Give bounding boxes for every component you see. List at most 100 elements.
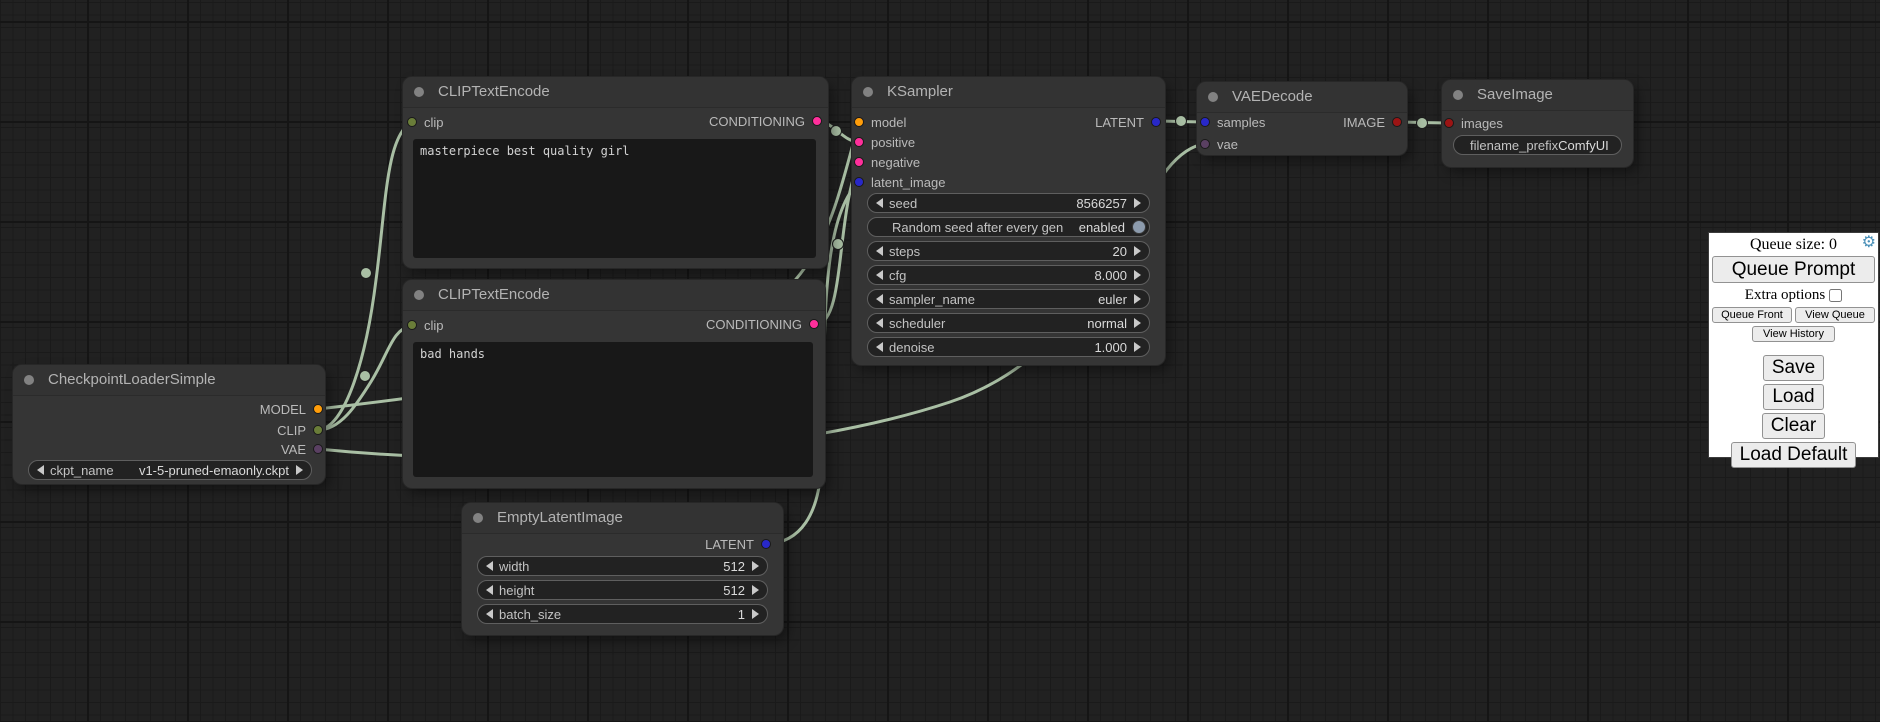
conditioning-port-dot[interactable] <box>809 319 819 329</box>
view-queue-button[interactable]: View Queue <box>1795 307 1875 323</box>
extra-options-checkbox[interactable] <box>1829 289 1842 302</box>
comfyui-canvas[interactable]: { "colors": { "link": "#A9BFA4", "toggle… <box>0 0 1880 722</box>
node-clip-text-encode-positive[interactable]: CLIPTextEncode clip CONDITIONING masterp… <box>403 77 828 268</box>
latent-port-dot[interactable] <box>1151 117 1161 127</box>
node-title-bar[interactable]: VAEDecode <box>1197 82 1407 113</box>
decrement-arrow-icon[interactable] <box>876 270 883 280</box>
image-port-dot[interactable] <box>1444 118 1454 128</box>
node-title: CLIPTextEncode <box>438 280 550 310</box>
latent-port-dot[interactable] <box>761 539 771 549</box>
collapse-dot-icon[interactable] <box>473 513 483 523</box>
next-value-arrow-icon[interactable] <box>1134 294 1141 304</box>
latent-port-dot[interactable] <box>854 177 864 187</box>
vae-port-dot[interactable] <box>1200 139 1210 149</box>
latent-port-dot[interactable] <box>1200 117 1210 127</box>
scheduler-widget[interactable]: scheduler normal <box>867 313 1150 333</box>
increment-arrow-icon[interactable] <box>1134 198 1141 208</box>
load-default-button[interactable]: Load Default <box>1731 442 1857 468</box>
comfy-menu-panel[interactable]: Queue size: 0 ⚙ Queue Prompt Extra optio… <box>1708 232 1879 458</box>
image-port-dot[interactable] <box>1392 117 1402 127</box>
view-history-button[interactable]: View History <box>1752 326 1835 342</box>
positive-port-dot[interactable] <box>854 137 864 147</box>
model-port-dot[interactable] <box>854 117 864 127</box>
denoise-widget[interactable]: denoise 1.000 <box>867 337 1150 357</box>
width-widget[interactable]: width 512 <box>477 556 768 576</box>
link-midpoint-dot <box>361 268 372 279</box>
decrement-arrow-icon[interactable] <box>486 609 493 619</box>
ckpt-name-widget[interactable]: ckpt_name v1-5-pruned-emaonly.ckpt <box>28 460 312 480</box>
seed-widget[interactable]: seed 8566257 <box>867 193 1150 213</box>
clear-button[interactable]: Clear <box>1762 413 1825 439</box>
increment-arrow-icon[interactable] <box>752 585 759 595</box>
node-clip-text-encode-negative[interactable]: CLIPTextEncode clip CONDITIONING bad han… <box>403 280 825 488</box>
output-port-conditioning: CONDITIONING <box>709 113 822 129</box>
sampler-name-widget[interactable]: sampler_name euler <box>867 289 1150 309</box>
node-title-bar[interactable]: CLIPTextEncode <box>403 77 828 108</box>
collapse-dot-icon[interactable] <box>414 87 424 97</box>
decrement-arrow-icon[interactable] <box>876 342 883 352</box>
clip-port-dot[interactable] <box>407 320 417 330</box>
node-title-bar[interactable]: KSampler <box>852 77 1165 108</box>
gear-icon[interactable]: ⚙ <box>1862 234 1876 252</box>
input-port-negative: negative <box>854 154 920 170</box>
node-vae-decode[interactable]: VAEDecode samples vae IMAGE <box>1197 82 1407 155</box>
cfg-widget[interactable]: cfg 8.000 <box>867 265 1150 285</box>
batch-size-widget[interactable]: batch_size 1 <box>477 604 768 624</box>
node-checkpoint-loader[interactable]: CheckpointLoaderSimple MODEL CLIP VAE ck… <box>13 365 325 484</box>
decrement-arrow-icon[interactable] <box>486 561 493 571</box>
prev-value-arrow-icon[interactable] <box>876 318 883 328</box>
filename-prefix-widget[interactable]: filename_prefix ComfyUI <box>1453 135 1622 155</box>
vae-port-dot[interactable] <box>313 444 323 454</box>
save-button[interactable]: Save <box>1763 355 1824 381</box>
node-save-image[interactable]: SaveImage images filename_prefix ComfyUI <box>1442 80 1633 167</box>
node-title-bar[interactable]: CLIPTextEncode <box>403 280 825 311</box>
positive-prompt-textarea[interactable]: masterpiece best quality girl <box>413 139 816 258</box>
output-port-image: IMAGE <box>1343 114 1402 130</box>
input-port-latent-image: latent_image <box>854 174 945 190</box>
node-title-bar[interactable]: EmptyLatentImage <box>462 503 783 534</box>
port-label: clip <box>424 115 444 130</box>
output-port-model: MODEL <box>260 401 323 417</box>
collapse-dot-icon[interactable] <box>863 87 873 97</box>
increment-arrow-icon[interactable] <box>752 561 759 571</box>
input-port-clip: clip <box>407 317 444 333</box>
collapse-dot-icon[interactable] <box>414 290 424 300</box>
prev-value-arrow-icon[interactable] <box>37 465 44 475</box>
clip-port-dot[interactable] <box>407 117 417 127</box>
height-widget[interactable]: height 512 <box>477 580 768 600</box>
port-label: positive <box>871 135 915 150</box>
steps-widget[interactable]: steps 20 <box>867 241 1150 261</box>
random-seed-toggle-widget[interactable]: Random seed after every gen enabled <box>867 217 1150 237</box>
increment-arrow-icon[interactable] <box>752 609 759 619</box>
conditioning-port-dot[interactable] <box>812 116 822 126</box>
model-port-dot[interactable] <box>313 404 323 414</box>
queue-prompt-button[interactable]: Queue Prompt <box>1712 256 1875 283</box>
next-value-arrow-icon[interactable] <box>296 465 303 475</box>
node-empty-latent-image[interactable]: EmptyLatentImage LATENT width 512 height… <box>462 503 783 635</box>
collapse-dot-icon[interactable] <box>24 375 34 385</box>
clip-port-dot[interactable] <box>313 425 323 435</box>
node-title-bar[interactable]: SaveImage <box>1442 80 1633 111</box>
increment-arrow-icon[interactable] <box>1134 342 1141 352</box>
collapse-dot-icon[interactable] <box>1453 90 1463 100</box>
node-title: CheckpointLoaderSimple <box>48 365 216 395</box>
decrement-arrow-icon[interactable] <box>876 246 883 256</box>
toggle-dot-icon[interactable] <box>1132 220 1146 234</box>
load-button[interactable]: Load <box>1763 384 1823 410</box>
increment-arrow-icon[interactable] <box>1134 270 1141 280</box>
prev-value-arrow-icon[interactable] <box>876 294 883 304</box>
decrement-arrow-icon[interactable] <box>486 585 493 595</box>
input-port-model: model <box>854 114 906 130</box>
negative-port-dot[interactable] <box>854 157 864 167</box>
widget-label: sampler_name <box>889 292 975 307</box>
node-title-bar[interactable]: CheckpointLoaderSimple <box>13 365 325 396</box>
negative-prompt-textarea[interactable]: bad hands <box>413 342 813 477</box>
node-ksampler[interactable]: KSampler model positive negative latent_… <box>852 77 1165 365</box>
node-title: EmptyLatentImage <box>497 503 623 533</box>
increment-arrow-icon[interactable] <box>1134 246 1141 256</box>
widget-label: batch_size <box>499 607 561 622</box>
collapse-dot-icon[interactable] <box>1208 92 1218 102</box>
queue-front-button[interactable]: Queue Front <box>1712 307 1792 323</box>
decrement-arrow-icon[interactable] <box>876 198 883 208</box>
next-value-arrow-icon[interactable] <box>1134 318 1141 328</box>
